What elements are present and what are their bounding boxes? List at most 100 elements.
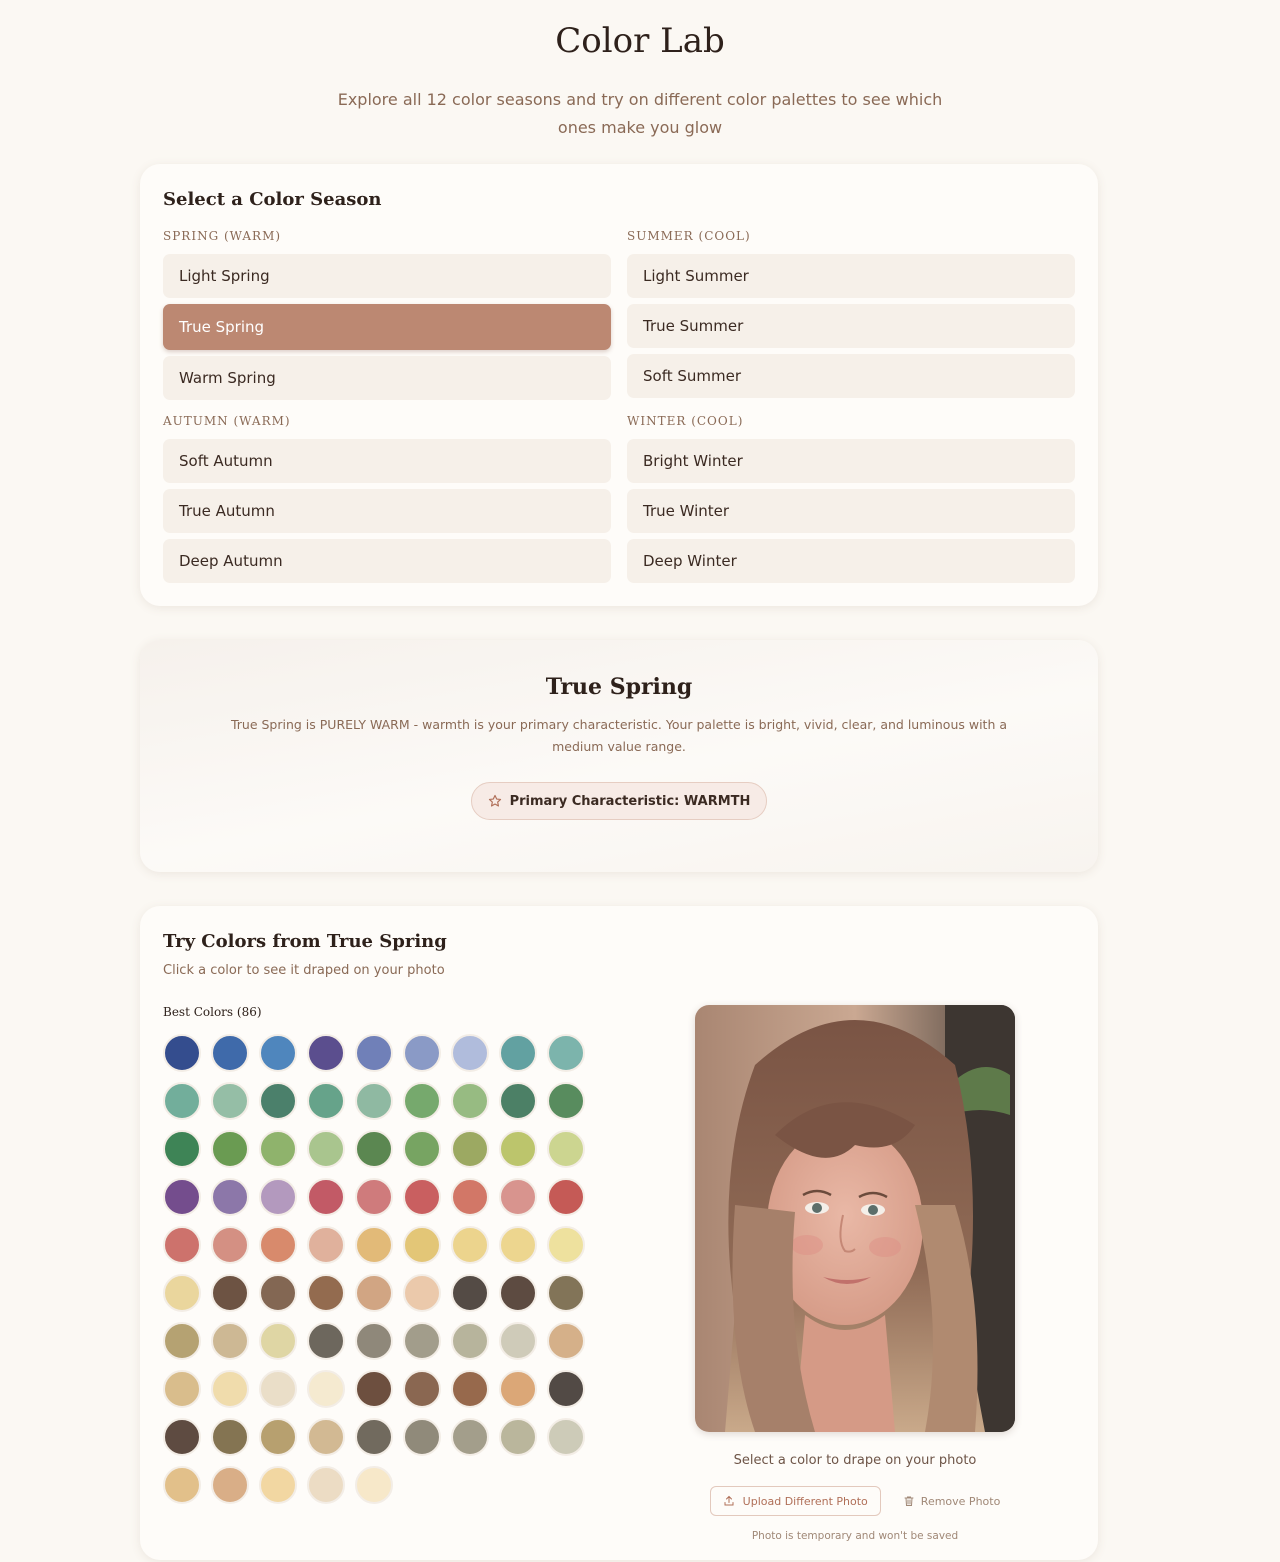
color-swatch[interactable] bbox=[403, 1130, 441, 1168]
color-swatch[interactable] bbox=[307, 1322, 345, 1360]
color-swatch[interactable] bbox=[163, 1466, 201, 1504]
color-swatch[interactable] bbox=[355, 1226, 393, 1264]
season-button-warm-spring[interactable]: Warm Spring bbox=[163, 356, 611, 400]
color-swatch[interactable] bbox=[355, 1178, 393, 1216]
color-swatch[interactable] bbox=[211, 1226, 249, 1264]
color-swatch[interactable] bbox=[307, 1274, 345, 1312]
color-swatch[interactable] bbox=[451, 1322, 489, 1360]
color-swatch[interactable] bbox=[259, 1130, 297, 1168]
color-swatch[interactable] bbox=[355, 1466, 393, 1504]
color-swatch[interactable] bbox=[547, 1274, 585, 1312]
season-button-true-spring[interactable]: True Spring bbox=[163, 304, 611, 350]
color-swatch[interactable] bbox=[163, 1034, 201, 1072]
color-swatch[interactable] bbox=[403, 1082, 441, 1120]
color-swatch[interactable] bbox=[451, 1226, 489, 1264]
color-swatch[interactable] bbox=[451, 1178, 489, 1216]
color-swatch[interactable] bbox=[499, 1226, 537, 1264]
color-swatch[interactable] bbox=[163, 1130, 201, 1168]
color-swatch[interactable] bbox=[451, 1370, 489, 1408]
season-button-deep-winter[interactable]: Deep Winter bbox=[627, 539, 1075, 583]
color-swatch[interactable] bbox=[163, 1370, 201, 1408]
color-swatch[interactable] bbox=[355, 1418, 393, 1456]
color-swatch[interactable] bbox=[259, 1226, 297, 1264]
season-button-bright-winter[interactable]: Bright Winter bbox=[627, 439, 1075, 483]
color-swatch[interactable] bbox=[211, 1178, 249, 1216]
color-swatch[interactable] bbox=[211, 1130, 249, 1168]
color-swatch[interactable] bbox=[355, 1370, 393, 1408]
color-swatch[interactable] bbox=[307, 1130, 345, 1168]
color-swatch[interactable] bbox=[259, 1418, 297, 1456]
color-swatch[interactable] bbox=[307, 1226, 345, 1264]
color-swatch[interactable] bbox=[211, 1466, 249, 1504]
color-swatch[interactable] bbox=[211, 1082, 249, 1120]
color-swatch[interactable] bbox=[403, 1178, 441, 1216]
color-swatch[interactable] bbox=[259, 1274, 297, 1312]
color-swatch[interactable] bbox=[307, 1418, 345, 1456]
color-swatch[interactable] bbox=[163, 1226, 201, 1264]
color-swatch[interactable] bbox=[211, 1322, 249, 1360]
color-swatch[interactable] bbox=[499, 1370, 537, 1408]
color-swatch[interactable] bbox=[499, 1034, 537, 1072]
remove-photo-button[interactable]: Remove Photo bbox=[903, 1495, 1000, 1508]
color-swatch[interactable] bbox=[547, 1130, 585, 1168]
color-swatch[interactable] bbox=[163, 1274, 201, 1312]
season-button-true-autumn[interactable]: True Autumn bbox=[163, 489, 611, 533]
color-swatch[interactable] bbox=[499, 1082, 537, 1120]
color-swatch[interactable] bbox=[451, 1034, 489, 1072]
color-swatch[interactable] bbox=[403, 1322, 441, 1360]
color-swatch[interactable] bbox=[355, 1130, 393, 1168]
color-swatch[interactable] bbox=[547, 1418, 585, 1456]
color-swatch[interactable] bbox=[547, 1226, 585, 1264]
upload-photo-button[interactable]: Upload Different Photo bbox=[709, 1486, 881, 1516]
color-swatch[interactable] bbox=[259, 1178, 297, 1216]
color-swatch[interactable] bbox=[403, 1034, 441, 1072]
season-button-true-summer[interactable]: True Summer bbox=[627, 304, 1075, 348]
color-swatch[interactable] bbox=[499, 1130, 537, 1168]
color-swatch[interactable] bbox=[451, 1274, 489, 1312]
color-swatch[interactable] bbox=[451, 1082, 489, 1120]
color-swatch[interactable] bbox=[211, 1418, 249, 1456]
color-swatch[interactable] bbox=[403, 1226, 441, 1264]
color-swatch[interactable] bbox=[259, 1370, 297, 1408]
season-button-deep-autumn[interactable]: Deep Autumn bbox=[163, 539, 611, 583]
color-swatch[interactable] bbox=[163, 1178, 201, 1216]
color-swatch[interactable] bbox=[307, 1034, 345, 1072]
color-swatch[interactable] bbox=[403, 1370, 441, 1408]
color-swatch[interactable] bbox=[499, 1274, 537, 1312]
color-swatch[interactable] bbox=[163, 1322, 201, 1360]
color-swatch[interactable] bbox=[355, 1034, 393, 1072]
color-swatch[interactable] bbox=[259, 1082, 297, 1120]
color-swatch[interactable] bbox=[403, 1418, 441, 1456]
season-button-true-winter[interactable]: True Winter bbox=[627, 489, 1075, 533]
color-swatch[interactable] bbox=[499, 1418, 537, 1456]
color-swatch[interactable] bbox=[355, 1082, 393, 1120]
season-button-soft-autumn[interactable]: Soft Autumn bbox=[163, 439, 611, 483]
color-swatch[interactable] bbox=[211, 1274, 249, 1312]
color-swatch[interactable] bbox=[547, 1034, 585, 1072]
color-swatch[interactable] bbox=[307, 1082, 345, 1120]
color-swatch[interactable] bbox=[259, 1034, 297, 1072]
color-swatch[interactable] bbox=[259, 1322, 297, 1360]
color-swatch[interactable] bbox=[211, 1034, 249, 1072]
color-swatch[interactable] bbox=[163, 1418, 201, 1456]
color-swatch[interactable] bbox=[163, 1082, 201, 1120]
color-swatch[interactable] bbox=[307, 1178, 345, 1216]
color-swatch[interactable] bbox=[499, 1322, 537, 1360]
color-swatch[interactable] bbox=[547, 1370, 585, 1408]
color-swatch[interactable] bbox=[211, 1370, 249, 1408]
season-button-light-summer[interactable]: Light Summer bbox=[627, 254, 1075, 298]
season-button-soft-summer[interactable]: Soft Summer bbox=[627, 354, 1075, 398]
color-swatch[interactable] bbox=[547, 1082, 585, 1120]
color-swatch[interactable] bbox=[355, 1322, 393, 1360]
color-swatch[interactable] bbox=[307, 1466, 345, 1504]
color-swatch[interactable] bbox=[547, 1178, 585, 1216]
color-swatch[interactable] bbox=[451, 1130, 489, 1168]
color-swatch[interactable] bbox=[499, 1178, 537, 1216]
color-swatch[interactable] bbox=[547, 1322, 585, 1360]
color-swatch[interactable] bbox=[451, 1418, 489, 1456]
color-swatch[interactable] bbox=[403, 1274, 441, 1312]
color-swatch[interactable] bbox=[259, 1466, 297, 1504]
color-swatch[interactable] bbox=[355, 1274, 393, 1312]
season-button-light-spring[interactable]: Light Spring bbox=[163, 254, 611, 298]
color-swatch[interactable] bbox=[307, 1370, 345, 1408]
